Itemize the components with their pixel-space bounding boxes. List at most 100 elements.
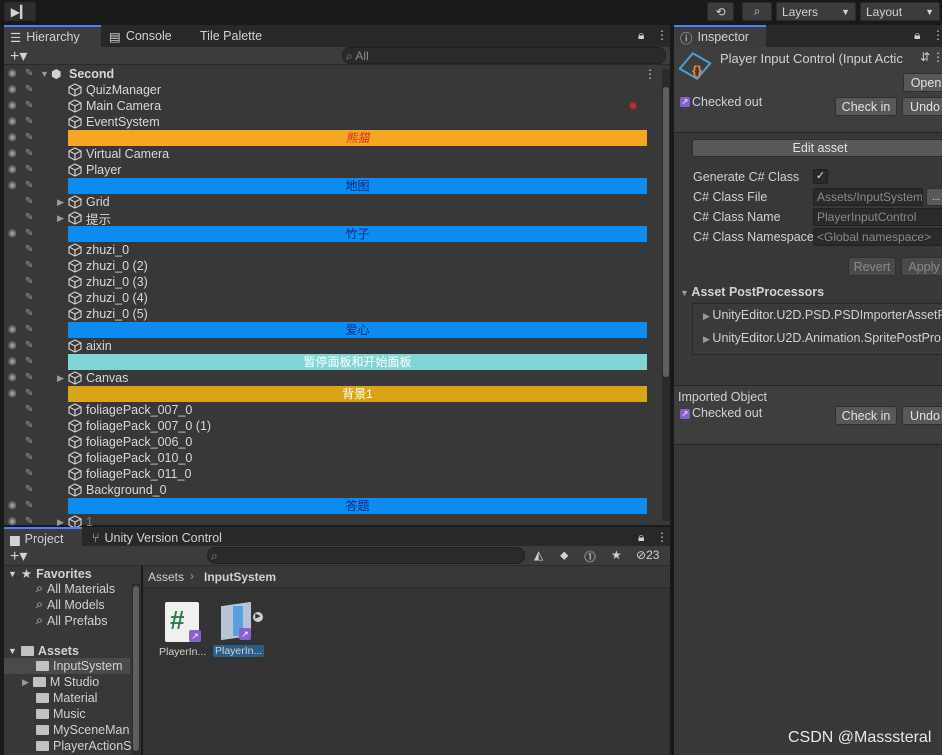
favorite-item[interactable]: ⌕ All Prefabs — [36, 613, 107, 628]
browse-button[interactable]: ... — [926, 188, 942, 206]
pickable-icon[interactable]: ✎ — [25, 67, 39, 81]
add-icon[interactable]: +▾ — [10, 546, 27, 566]
hierarchy-row[interactable]: ◉ ✎ ▶ Canvas — [4, 370, 664, 386]
more-icon[interactable]: ⋮ — [644, 67, 656, 81]
pickable-icon[interactable]: ✎ — [25, 291, 39, 305]
edit-asset-button[interactable]: Edit asset — [692, 139, 942, 157]
folder-item-m-studio[interactable]: ▶ M Studio — [22, 675, 99, 689]
hierarchy-row[interactable]: ✎ zhuzi_0 (5) — [4, 306, 664, 322]
class-file-field[interactable]: Assets/InputSystem — [813, 188, 923, 206]
visibility-icon[interactable]: ◉ — [8, 323, 22, 337]
fold-closed-icon[interactable]: ▶ — [57, 517, 64, 528]
undo-button[interactable]: Undo — [902, 406, 942, 425]
pickable-icon[interactable]: ✎ — [25, 243, 39, 257]
hierarchy-row[interactable]: ✎ foliagePack_011_0 — [4, 466, 664, 482]
hierarchy-row[interactable]: ◉ ✎ Player — [4, 162, 664, 178]
visibility-icon[interactable]: ◉ — [8, 499, 22, 513]
pickable-icon[interactable]: ✎ — [25, 435, 39, 449]
pickable-icon[interactable]: ✎ — [25, 179, 39, 193]
hierarchy-row[interactable]: ✎ foliagePack_006_0 — [4, 434, 664, 450]
folder-item-playeractions[interactable]: PlayerActionS — [36, 739, 132, 753]
favorite-item[interactable]: ⌕ All Materials — [36, 581, 115, 596]
hierarchy-row[interactable]: ◉ ✎ EventSystem — [4, 114, 664, 130]
pickable-icon[interactable]: ✎ — [25, 275, 39, 289]
visibility-icon[interactable]: ◉ — [8, 355, 22, 369]
favorites-header[interactable]: ▼ ★ Favorites — [8, 566, 92, 582]
folder-item-inputsystem[interactable]: InputSystem — [36, 659, 122, 673]
lock-icon[interactable]: 🔒︎ — [638, 530, 644, 545]
hierarchy-row[interactable]: ✎ zhuzi_0 (3) — [4, 274, 664, 290]
apply-button[interactable]: Apply — [901, 257, 942, 276]
pickable-icon[interactable]: ✎ — [25, 483, 39, 497]
pickable-icon[interactable]: ✎ — [25, 307, 39, 321]
history-button[interactable]: ⟲ — [707, 2, 734, 21]
class-name-field[interactable]: PlayerInputControl — [813, 208, 942, 226]
visibility-icon[interactable]: ◉ — [8, 371, 22, 385]
open-button[interactable]: Open — [903, 73, 942, 92]
hierarchy-search-input[interactable]: ⌕ All — [342, 47, 666, 64]
hierarchy-row[interactable]: ◉ ✎ QuizManager — [4, 82, 664, 98]
revert-button[interactable]: Revert — [848, 257, 896, 276]
check-in-button[interactable]: Check in — [835, 97, 897, 116]
pickable-icon[interactable]: ✎ — [25, 227, 39, 241]
hierarchy-scrollbar[interactable] — [662, 69, 670, 521]
namespace-field[interactable]: <Global namespace> — [813, 228, 942, 246]
tab-hierarchy[interactable]: ☰ Hierarchy — [4, 25, 101, 47]
more-icon[interactable]: ⋮ — [932, 50, 942, 64]
warning-icon[interactable]: ⓵ — [584, 548, 596, 565]
asset-item-input-actions[interactable]: ↗ ▶ PlayerIn... — [213, 600, 269, 660]
generate-class-checkbox[interactable]: ✓ — [813, 169, 828, 184]
hierarchy-row[interactable]: ✎ foliagePack_010_0 — [4, 450, 664, 466]
hierarchy-row[interactable]: ✎ zhuzi_0 — [4, 242, 664, 258]
hierarchy-row[interactable]: ✎ ▶ 提示 — [4, 210, 664, 227]
fold-closed-icon[interactable]: ▶ — [57, 373, 64, 384]
breadcrumb-current[interactable]: InputSystem — [204, 570, 276, 584]
pickable-icon[interactable]: ✎ — [25, 147, 39, 161]
pickable-icon[interactable]: ✎ — [25, 451, 39, 465]
step-button[interactable]: ▶▎ — [4, 2, 36, 21]
pickable-icon[interactable]: ✎ — [25, 115, 39, 129]
lock-icon[interactable]: 🔒︎ — [638, 28, 644, 43]
hierarchy-row[interactable]: ◉ ✎ aixin — [4, 338, 664, 354]
visibility-icon[interactable]: ◉ — [8, 179, 22, 193]
hierarchy-header-row[interactable]: ◉ ✎ 背景1 — [4, 386, 664, 402]
pickable-icon[interactable]: ✎ — [25, 163, 39, 177]
label-icon[interactable]: ⬥ — [560, 548, 568, 563]
settings-icon[interactable]: ⇵ — [920, 50, 930, 64]
visibility-icon[interactable]: ◉ — [8, 83, 22, 97]
layout-dropdown[interactable]: Layout ▼ — [860, 2, 940, 21]
tree-scrollbar[interactable] — [132, 584, 140, 755]
breadcrumb-root[interactable]: Assets — [148, 570, 184, 584]
visibility-icon[interactable]: ◉ — [8, 67, 22, 81]
pickable-icon[interactable]: ✎ — [25, 403, 39, 417]
visibility-icon[interactable]: ◉ — [8, 163, 22, 177]
more-icon[interactable]: ⋮ — [656, 28, 668, 42]
tab-tile-palette[interactable]: Tile Palette — [194, 25, 304, 47]
pickable-icon[interactable]: ✎ — [25, 131, 39, 145]
folder-item-material[interactable]: Material — [36, 691, 97, 705]
visibility-icon[interactable]: ◉ — [8, 387, 22, 401]
visibility-icon[interactable]: ◉ — [8, 99, 22, 113]
postprocessor-item[interactable]: ▶ UnityEditor.U2D.PSD.PSDImporterAssetP — [703, 308, 942, 322]
hierarchy-row[interactable]: ✎ foliagePack_007_0 — [4, 402, 664, 418]
hierarchy-row[interactable]: ◉ ✎ Main Camera — [4, 98, 664, 114]
folder-item-mysceneman[interactable]: MySceneMan — [36, 723, 129, 737]
hierarchy-row[interactable]: ✎ zhuzi_0 (4) — [4, 290, 664, 306]
pickable-icon[interactable]: ✎ — [25, 371, 39, 385]
more-icon[interactable]: ⋮ — [656, 530, 668, 544]
pickable-icon[interactable]: ✎ — [25, 259, 39, 273]
star-icon[interactable]: ★ — [611, 548, 622, 562]
hierarchy-row[interactable]: ✎ zhuzi_0 (2) — [4, 258, 664, 274]
visibility-icon[interactable]: ◉ — [8, 339, 22, 353]
pickable-icon[interactable]: ✎ — [25, 211, 39, 225]
pickable-icon[interactable]: ✎ — [25, 195, 39, 209]
hierarchy-row[interactable]: ✎ foliagePack_007_0 (1) — [4, 418, 664, 434]
visibility-icon[interactable]: ◉ — [8, 147, 22, 161]
pickable-icon[interactable]: ✎ — [25, 355, 39, 369]
layers-dropdown[interactable]: Layers ▼ — [776, 2, 856, 21]
hierarchy-header-row[interactable]: ◉ ✎ 地图 — [4, 178, 664, 194]
asset-item-script[interactable]: # ↗ PlayerIn... — [157, 600, 209, 660]
lock-icon[interactable]: 🔒︎ — [914, 28, 920, 43]
hierarchy-header-row[interactable]: ◉ ✎ 答题 — [4, 498, 664, 514]
hierarchy-header-row[interactable]: ◉ ✎ 竹子 — [4, 226, 664, 242]
